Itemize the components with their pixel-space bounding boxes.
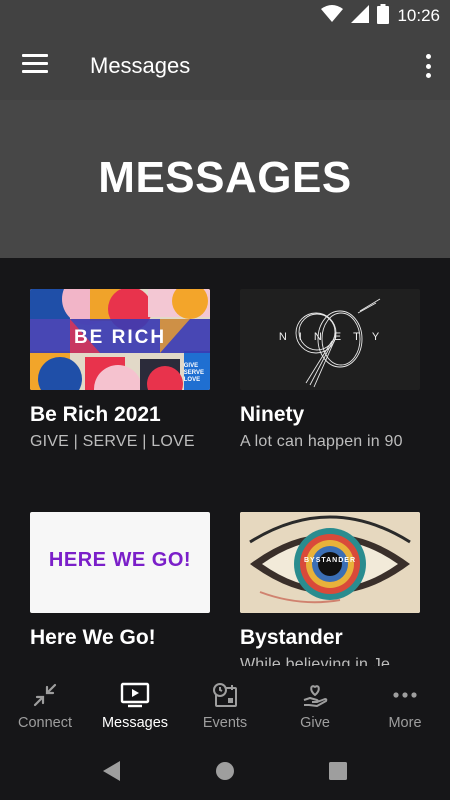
here-we-go-artwork: HERE WE GO! (30, 512, 210, 613)
card-title: Ninety (240, 403, 305, 426)
system-navigation-bar (0, 742, 450, 800)
be-rich-artwork: BE RICH GIVE SERVE LOVE (30, 289, 210, 390)
nav-label: Give (300, 715, 330, 731)
hero-banner: MESSAGES (0, 100, 450, 258)
app-bar: Messages (0, 32, 450, 100)
card-title: Here We Go! (30, 626, 156, 649)
app-bar-title: Messages (90, 53, 191, 78)
card-title: Bystander (240, 626, 343, 649)
message-card-here-we-go[interactable]: HERE WE GO! Here We Go! (30, 512, 210, 656)
status-bar: 10:26 (0, 0, 450, 32)
ninety-artwork: NINETY (240, 289, 420, 390)
nav-label: Connect (17, 715, 72, 731)
card-subtitle: A lot can happen in 90 (240, 433, 403, 450)
message-card-bystander[interactable]: BYSTANDER Bystander While believing in J… (240, 512, 420, 666)
home-icon[interactable] (215, 760, 235, 787)
bottom-navigation: Connect Messages Events Give More (0, 666, 450, 742)
messages-grid: BE RICH GIVE SERVE LOVE Be Rich 2021 GIV… (0, 258, 450, 666)
card-subtitle: While believing in Je (240, 656, 391, 666)
status-time: 10:26 (397, 6, 440, 25)
ninety-art-text: NINETY (278, 331, 392, 343)
tv-play-icon (120, 680, 150, 710)
bystander-art-text: BYSTANDER (303, 557, 357, 564)
card-title: Be Rich 2021 (30, 403, 161, 426)
message-card-be-rich[interactable]: BE RICH GIVE SERVE LOVE Be Rich 2021 GIV… (30, 289, 210, 451)
here-we-go-art-text: HERE WE GO! (48, 549, 192, 571)
nav-connect[interactable]: Connect (0, 666, 90, 742)
be-rich-art-subtext: GIVE SERVE LOVE (183, 363, 204, 383)
message-card-ninety[interactable]: NINETY Ninety A lot can happen in 90 (240, 289, 420, 451)
card-subtitle: GIVE | SERVE | LOVE (30, 433, 195, 450)
battery-icon (377, 3, 390, 29)
wifi-icon (321, 4, 344, 28)
connect-icon (30, 680, 60, 710)
hero-title: MESSAGES (98, 153, 352, 202)
hand-heart-icon (300, 680, 330, 710)
be-rich-art-text: BE RICH (73, 327, 167, 348)
recents-icon[interactable] (328, 760, 348, 787)
nav-label: Events (202, 715, 248, 731)
signal-icon (351, 4, 370, 28)
nav-give[interactable]: Give (270, 666, 360, 742)
hamburger-menu-icon[interactable] (22, 54, 48, 78)
nav-label: Messages (101, 715, 169, 731)
bystander-artwork: BYSTANDER (240, 512, 420, 613)
nav-label: More (388, 715, 422, 731)
nav-events[interactable]: Events (180, 666, 270, 742)
back-icon[interactable] (102, 760, 122, 787)
nav-more[interactable]: More (360, 666, 450, 742)
overflow-menu-icon[interactable] (420, 52, 436, 80)
calendar-clock-icon (210, 680, 240, 710)
more-dots-icon (390, 680, 420, 710)
nav-messages[interactable]: Messages (90, 666, 180, 742)
